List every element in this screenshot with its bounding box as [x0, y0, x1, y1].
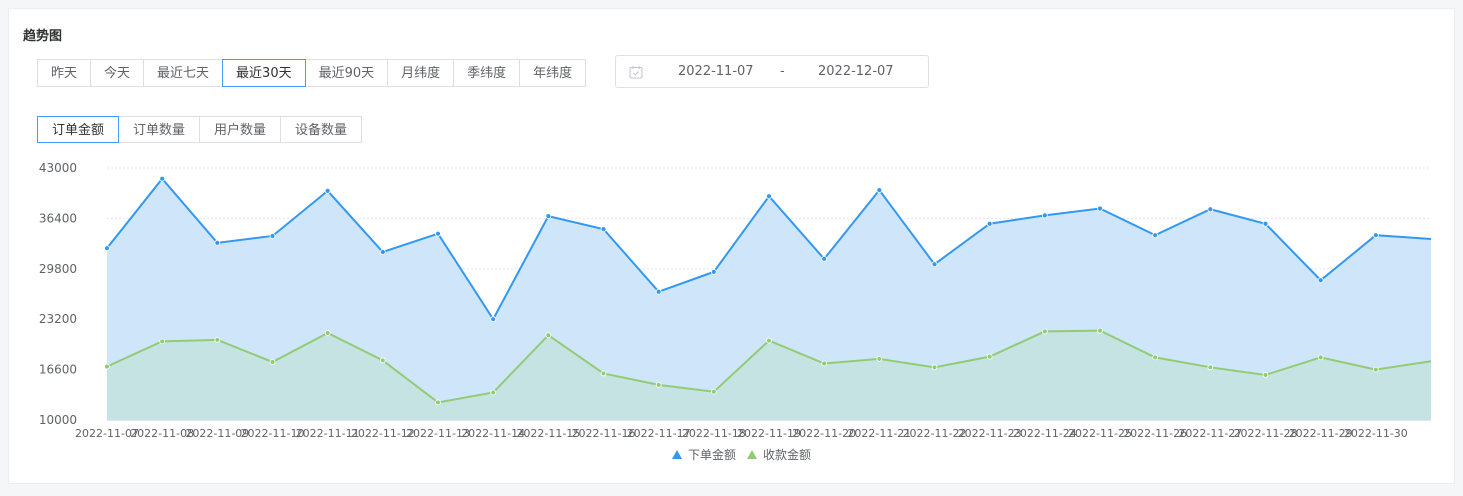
- data-point: [1097, 327, 1103, 334]
- data-point: [324, 188, 331, 194]
- data-point: [490, 316, 497, 323]
- data-point: [1152, 232, 1159, 239]
- data-point: [986, 220, 993, 227]
- data-point: [159, 175, 166, 182]
- data-point: [876, 356, 883, 362]
- legend-marker-triangle-icon: [747, 450, 757, 459]
- data-point: [214, 336, 221, 343]
- data-point: [710, 388, 717, 395]
- data-point: [821, 360, 828, 367]
- data-point: [1262, 220, 1269, 227]
- data-point: [710, 268, 717, 275]
- data-point: [766, 193, 772, 200]
- y-tick-label: 36400: [39, 211, 77, 225]
- y-tick-label: 23200: [39, 312, 77, 326]
- data-point: [986, 353, 993, 360]
- data-point: [269, 359, 276, 365]
- data-point: [766, 337, 772, 344]
- data-point: [876, 187, 883, 194]
- data-point: [1041, 212, 1048, 219]
- period-button-last-30-days[interactable]: 最近30天: [222, 59, 306, 87]
- tab-order-amount[interactable]: 订单金额: [37, 116, 120, 143]
- data-point: [1262, 372, 1269, 378]
- data-point: [104, 363, 110, 370]
- data-point: [104, 245, 110, 252]
- data-point: [324, 330, 331, 336]
- data-point: [1041, 328, 1048, 335]
- data-point: [655, 288, 662, 295]
- data-point: [1317, 354, 1324, 361]
- data-point: [1152, 354, 1159, 361]
- data-point: [600, 226, 607, 232]
- x-tick-label: 2022-11-30: [1344, 427, 1408, 440]
- data-point: [931, 261, 938, 268]
- data-point: [379, 249, 386, 255]
- data-point: [379, 357, 386, 364]
- y-tick-label: 10000: [39, 413, 77, 427]
- legend-marker-triangle-icon: [672, 450, 682, 459]
- data-point: [1372, 232, 1379, 239]
- data-point: [545, 213, 552, 220]
- data-point: [655, 381, 662, 388]
- data-point: [435, 230, 441, 237]
- legend-label: 下单金额: [688, 447, 736, 462]
- trend-card: 趋势图 昨天 今天 最近七天 最近30天 最近90天 月纬度 季纬度 年纬度 2…: [8, 8, 1455, 484]
- y-tick-label: 43000: [39, 161, 77, 175]
- y-tick-label: 29800: [39, 262, 77, 276]
- data-point: [600, 370, 607, 377]
- data-point: [821, 255, 828, 262]
- data-point: [931, 364, 938, 371]
- data-point: [1207, 364, 1214, 371]
- data-point: [269, 233, 276, 239]
- data-point: [1097, 205, 1103, 212]
- data-point: [1207, 206, 1214, 213]
- y-tick-label: 16600: [39, 363, 77, 377]
- data-point: [159, 338, 166, 345]
- data-point: [545, 332, 552, 339]
- legend-label: 收款金额: [763, 447, 811, 462]
- data-point: [435, 399, 441, 406]
- data-point: [1317, 277, 1324, 284]
- data-point: [490, 389, 497, 396]
- data-point: [1372, 366, 1379, 373]
- data-point: [214, 239, 221, 246]
